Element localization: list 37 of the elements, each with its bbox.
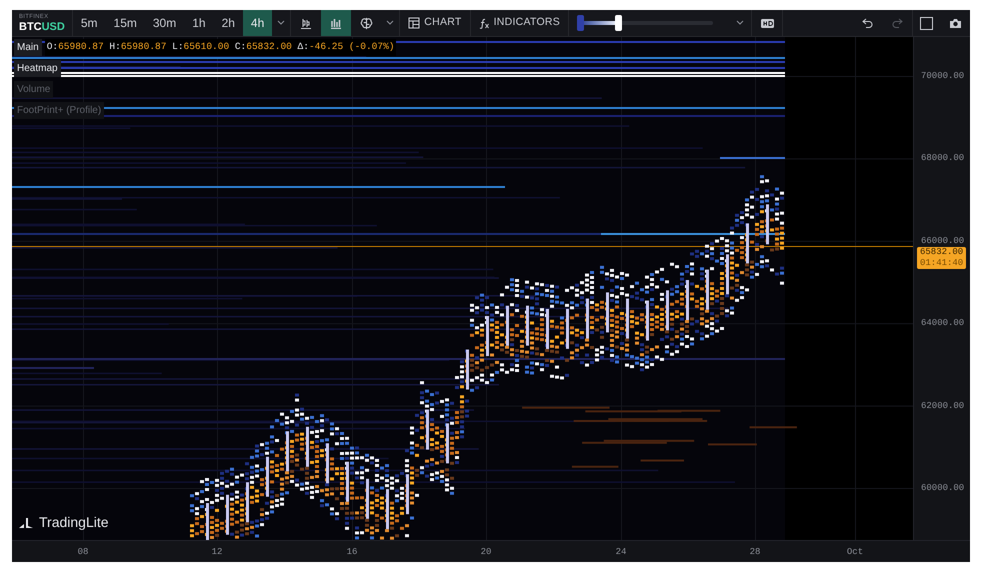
hd-icon[interactable]	[760, 18, 774, 28]
ohlc-values: O:65980.87 H:65980.87 L:65610.00 C:65832.00 Δ:-46.25 (-0.07%)	[44, 39, 396, 56]
range-handle[interactable]	[577, 15, 584, 31]
bar-chart-icon[interactable]	[321, 10, 352, 36]
chart-button[interactable]: CHART	[399, 10, 470, 36]
square-icon[interactable]	[920, 16, 933, 30]
function-icon	[478, 18, 490, 28]
overlay-toggle[interactable]: Heatmap	[14, 60, 61, 77]
pane-label[interactable]: Main	[14, 39, 42, 56]
date-label: 24	[616, 546, 626, 559]
date-label: 20	[480, 546, 492, 559]
date-label: 28	[750, 546, 760, 559]
price-label: 60000.00	[921, 483, 964, 493]
price-label: 68000.00	[921, 153, 964, 164]
logo-text: TradingLite	[39, 513, 109, 532]
current-price: 65832.00	[920, 247, 964, 258]
timeframe-tab[interactable]: 30m	[144, 10, 184, 36]
slider-thumb[interactable]	[614, 15, 622, 31]
date-label: Oct	[846, 546, 864, 559]
timeframe-tab[interactable]: 1h	[184, 10, 214, 36]
date-label: 16	[346, 546, 358, 559]
price-label: 64000.00	[921, 318, 964, 328]
symbol-label[interactable]: BTCUSD	[19, 20, 65, 32]
layout-icon	[408, 17, 420, 29]
date-label: 12	[212, 546, 222, 559]
timeframe-tab[interactable]: 5m	[72, 10, 106, 36]
date-label: 08	[78, 546, 88, 559]
price-label: 62000.00	[921, 400, 964, 411]
timeframe-tab[interactable]: 2h	[214, 10, 243, 36]
price-label: 66000.00	[921, 236, 964, 246]
timeframe-tab[interactable]: 15m	[106, 10, 145, 36]
bar-countdown: 01:41:40	[920, 258, 964, 269]
timeframe-tab[interactable]: 4h	[242, 10, 272, 36]
price-label: 70000.00	[921, 71, 964, 81]
indicators-button[interactable]: INDICATORS	[470, 10, 569, 36]
range-slider[interactable]	[577, 15, 713, 31]
logo-icon	[18, 516, 35, 528]
